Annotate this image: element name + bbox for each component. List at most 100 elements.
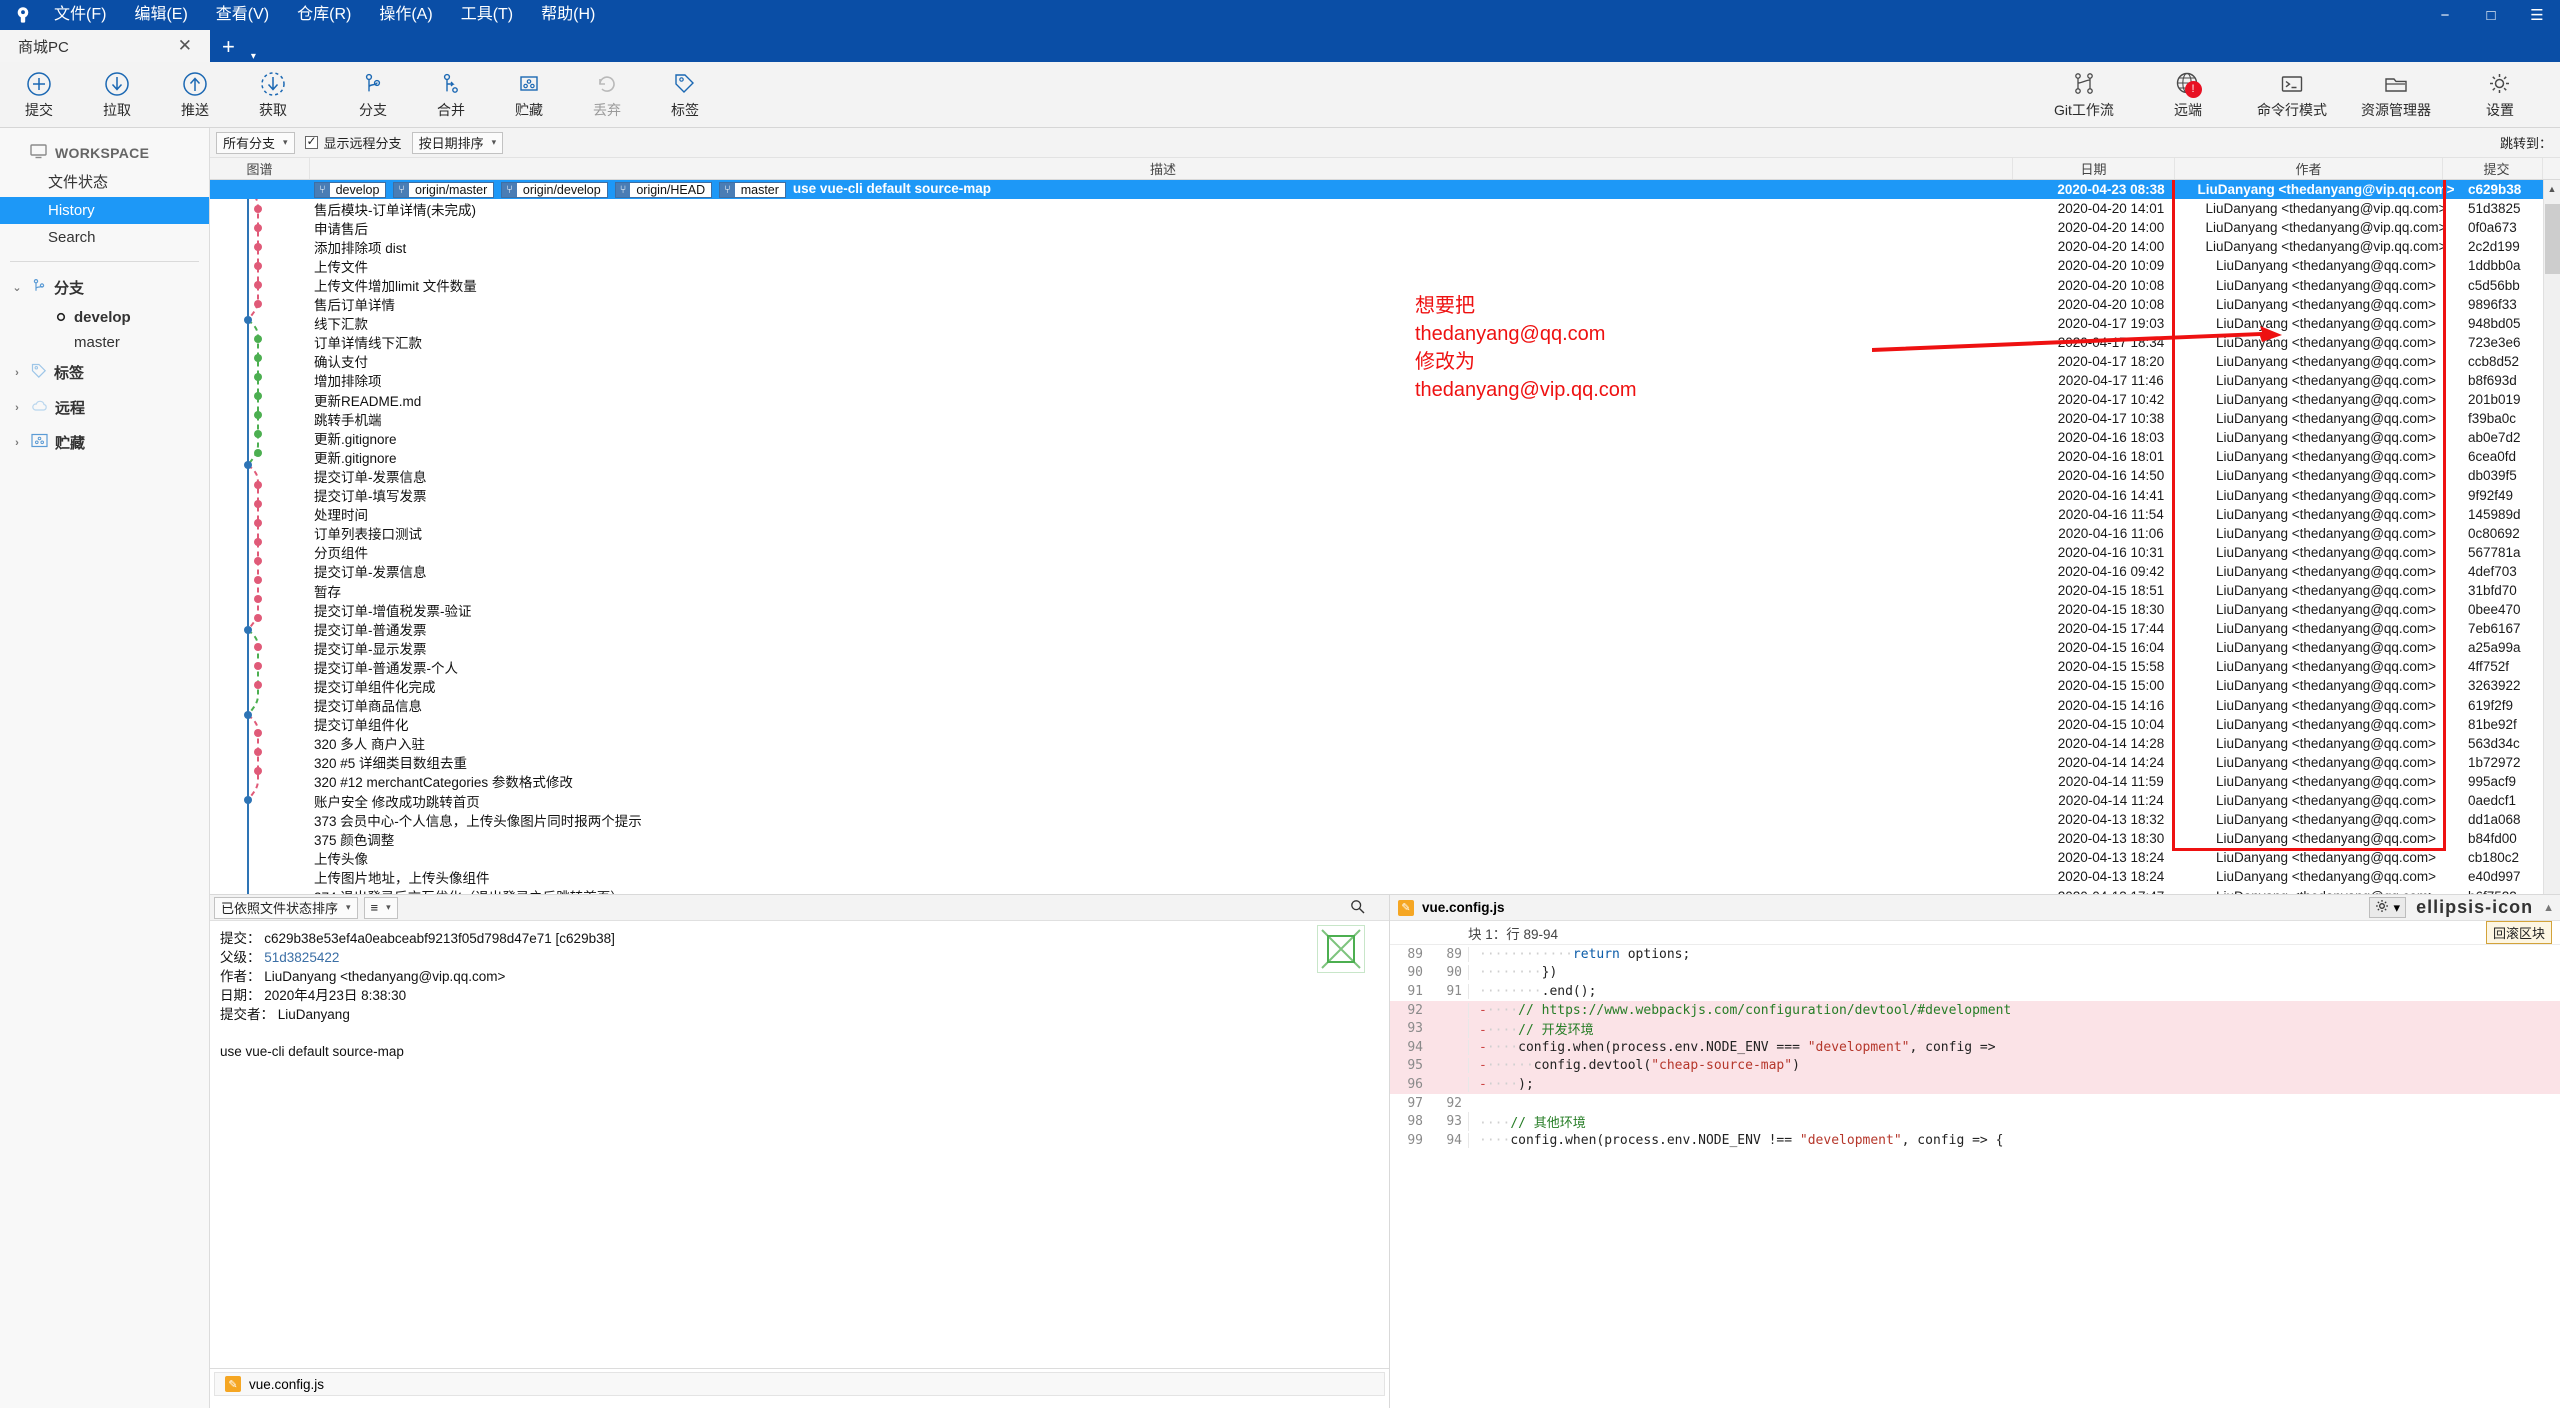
table-row[interactable]: 提交订单-显示发票 2020-04-15 16:04 LiuDanyang <the…	[210, 638, 2560, 657]
show-remote-branches-checkbox[interactable]: 显示远程分支	[304, 133, 402, 152]
chevron-down-icon[interactable]: ⌄	[10, 281, 24, 294]
menu-item-view[interactable]: 查看(V)	[202, 0, 283, 30]
sidebar-group-tags[interactable]: › 标签	[0, 355, 209, 390]
sidebar-item-search[interactable]: Search	[0, 224, 209, 251]
terminal-button[interactable]: 命令行模式	[2240, 70, 2344, 120]
table-row[interactable]: 账户安全 修改成功跳转首页 2020-04-14 11:24 LiuDanyang …	[210, 791, 2560, 810]
table-row[interactable]: 提交订单商品信息 2020-04-15 14:16 LiuDanyang <thed…	[210, 696, 2560, 715]
table-row[interactable]: 提交订单-普通发票-个人 2020-04-15 15:58 LiuDanyang <…	[210, 657, 2560, 676]
ellipsis-icon[interactable]: ellipsis-icon	[2416, 897, 2533, 918]
sidebar-branch-develop[interactable]: develop	[0, 305, 209, 330]
ref-tag[interactable]: ⑂ develop	[314, 181, 387, 198]
changed-file-row[interactable]: ✎ vue.config.js	[214, 1372, 1385, 1396]
table-row[interactable]: 上传文件 2020-04-20 10:09 LiuDanyang <thedanya…	[210, 256, 2560, 275]
chevron-down-icon[interactable]: ▾	[386, 902, 391, 913]
menu-item-edit[interactable]: 编辑(E)	[120, 0, 201, 30]
table-row[interactable]: 提交订单-普通发票 2020-04-15 17:44 LiuDanyang <the…	[210, 619, 2560, 638]
column-header-commit[interactable]: 提交	[2443, 158, 2543, 179]
view-mode-select[interactable]: ≡ ▾	[363, 896, 398, 919]
sidebar-item-file-status[interactable]: 文件状态	[0, 166, 209, 197]
table-row[interactable]: 373 会员中心-个人信息，上传头像图片同时报两个提示 2020-04-13 18…	[210, 810, 2560, 829]
explorer-button[interactable]: 资源管理器	[2344, 70, 2448, 120]
table-row[interactable]: 提交订单-发票信息 2020-04-16 14:50 LiuDanyang <the…	[210, 466, 2560, 485]
chevron-right-icon[interactable]: ›	[10, 437, 24, 449]
close-icon[interactable]: ✕	[170, 36, 200, 56]
file-sort-select[interactable]: 已依照文件状态排序 ▾	[214, 896, 358, 919]
column-header-date[interactable]: 日期	[2013, 158, 2175, 179]
table-row[interactable]: 售后模块-订单详情(未完成) 2020-04-20 14:01 LiuDanyang…	[210, 199, 2560, 218]
menu-item-action[interactable]: 操作(A)	[365, 0, 446, 30]
table-row[interactable]: 添加排除项 dist 2020-04-20 14:00 LiuDanyang <th…	[210, 237, 2560, 256]
table-row[interactable]: ⑂ develop ⑂ origin/master ⑂ origin/develop ⑂ or…	[210, 180, 2560, 200]
discard-button[interactable]: 丢弃	[568, 70, 646, 120]
ref-tag[interactable]: ⑂ master	[719, 181, 786, 198]
chevron-down-icon[interactable]: ▾	[247, 51, 270, 62]
table-row[interactable]: 提交订单-填写发票 2020-04-16 14:41 LiuDanyang <the…	[210, 486, 2560, 505]
tab-repository[interactable]: 商城PC ✕	[0, 30, 210, 62]
table-row[interactable]: 更新README.md 2020-04-17 10:42 LiuDanyang <t…	[210, 390, 2560, 409]
commit-list[interactable]: ⑂ develop ⑂ origin/master ⑂ origin/develop ⑂ or…	[210, 180, 2560, 894]
gear-icon[interactable]	[2375, 899, 2389, 916]
chevron-down-icon[interactable]: ▾	[2394, 900, 2401, 916]
table-row[interactable]: 订单列表接口测试 2020-04-16 11:06 LiuDanyang <thed…	[210, 524, 2560, 543]
checkbox-icon[interactable]	[304, 134, 318, 149]
table-row[interactable]: 申请售后 2020-04-20 14:00 LiuDanyang <thedanya…	[210, 218, 2560, 237]
search-icon[interactable]	[1350, 899, 1365, 917]
table-row[interactable]: 增加排除项 2020-04-17 11:46 LiuDanyang <thedany…	[210, 371, 2560, 390]
sidebar-group-stash[interactable]: › 贮藏	[0, 425, 209, 460]
rollback-hunk-button[interactable]: 回滚区块	[2485, 921, 2552, 944]
menu-item-repo[interactable]: 仓库(R)	[283, 0, 365, 30]
diff-settings-button[interactable]: ▾	[2368, 897, 2407, 918]
menu-item-tools[interactable]: 工具(T)	[447, 0, 527, 30]
ref-tag[interactable]: ⑂ origin/develop	[501, 181, 608, 198]
sidebar-group-branches[interactable]: ⌄ 分支	[0, 270, 209, 305]
table-row[interactable]: 暂存 2020-04-15 18:51 LiuDanyang <thedanyang…	[210, 581, 2560, 600]
table-row[interactable]: 跳转手机端 2020-04-17 10:38 LiuDanyang <thedany…	[210, 409, 2560, 428]
table-row[interactable]: 320 #12 merchantCategories 参数格式修改 2020-04…	[210, 772, 2560, 791]
menu-item-file[interactable]: 文件(F)	[40, 0, 120, 30]
commit-rows[interactable]: ⑂ develop ⑂ origin/master ⑂ origin/develop ⑂ or…	[210, 180, 2560, 894]
maximize-button[interactable]: □	[2468, 0, 2514, 30]
commit-button[interactable]: 提交	[0, 70, 78, 120]
table-row[interactable]: 上传头像 2020-04-13 18:24 LiuDanyang <thedanya…	[210, 848, 2560, 867]
scrollbar-thumb[interactable]	[2545, 204, 2560, 274]
table-row[interactable]: 售后订单详情 2020-04-20 10:08 LiuDanyang <thedan…	[210, 295, 2560, 314]
hamburger-menu-icon[interactable]: ☰	[2514, 0, 2560, 30]
ref-tag[interactable]: ⑂ origin/master	[393, 181, 495, 198]
table-row[interactable]: 375 颜色调整 2020-04-13 18:30 LiuDanyang <thed…	[210, 829, 2560, 848]
push-button[interactable]: 推送	[156, 70, 234, 120]
table-row[interactable]: 374 退出登录后交互优化（退出登录之后跳转首页） 2020-04-13 17:4…	[210, 886, 2560, 894]
ref-tag[interactable]: ⑂ origin/HEAD	[614, 181, 713, 198]
table-row[interactable]: 更新.gitignore 2020-04-16 18:01 LiuDanyang <…	[210, 447, 2560, 466]
chevron-right-icon[interactable]: ›	[10, 367, 24, 379]
chevron-down-icon[interactable]: ▾	[346, 902, 351, 913]
gitflow-button[interactable]: Git工作流	[2032, 70, 2136, 120]
table-row[interactable]: 上传图片地址，上传头像组件 2020-04-13 18:24 LiuDanyang …	[210, 867, 2560, 886]
sidebar-item-history[interactable]: History	[0, 197, 209, 224]
table-row[interactable]: 提交订单-增值税发票-验证 2020-04-15 18:30 LiuDanyang …	[210, 600, 2560, 619]
scroll-up-icon[interactable]: ▲	[2544, 180, 2560, 197]
sidebar-branch-master[interactable]: master	[0, 330, 209, 355]
table-row[interactable]: 320 多人 商户入驻 2020-04-14 14:28 LiuDanyang <t…	[210, 734, 2560, 753]
chevron-right-icon[interactable]: ›	[10, 402, 24, 414]
chevron-down-icon[interactable]: ▾	[492, 137, 497, 148]
fetch-button[interactable]: 获取	[234, 70, 312, 120]
diff-code-lines[interactable]: 89 89 ············return options; 90 90 ·····…	[1390, 945, 2560, 1408]
remote-button[interactable]: ! 远端	[2136, 70, 2240, 120]
branch-filter-select[interactable]: 所有分支 ▾	[216, 131, 295, 154]
table-row[interactable]: 320 #5 详细类目数组去重 2020-04-14 14:24 LiuDanyan…	[210, 753, 2560, 772]
sidebar-group-remotes[interactable]: › 远程	[0, 390, 209, 425]
detail-parent-link[interactable]: 51d3825422	[264, 950, 339, 965]
table-row[interactable]: 提交订单-发票信息 2020-04-16 09:42 LiuDanyang <the…	[210, 562, 2560, 581]
minimize-button[interactable]: −	[2422, 0, 2468, 30]
new-tab-button[interactable]: +	[210, 32, 247, 62]
tag-button[interactable]: 标签	[646, 70, 724, 120]
stash-button[interactable]: 贮藏	[490, 70, 568, 120]
merge-button[interactable]: 合并	[412, 70, 490, 120]
branch-button[interactable]: 分支	[334, 70, 412, 120]
menu-item-help[interactable]: 帮助(H)	[527, 0, 609, 30]
chevron-down-icon[interactable]: ▾	[283, 137, 288, 148]
pull-button[interactable]: 拉取	[78, 70, 156, 120]
table-row[interactable]: 提交订单组件化 2020-04-15 10:04 LiuDanyang <theda…	[210, 715, 2560, 734]
sort-order-select[interactable]: 按日期排序 ▾	[411, 131, 504, 154]
